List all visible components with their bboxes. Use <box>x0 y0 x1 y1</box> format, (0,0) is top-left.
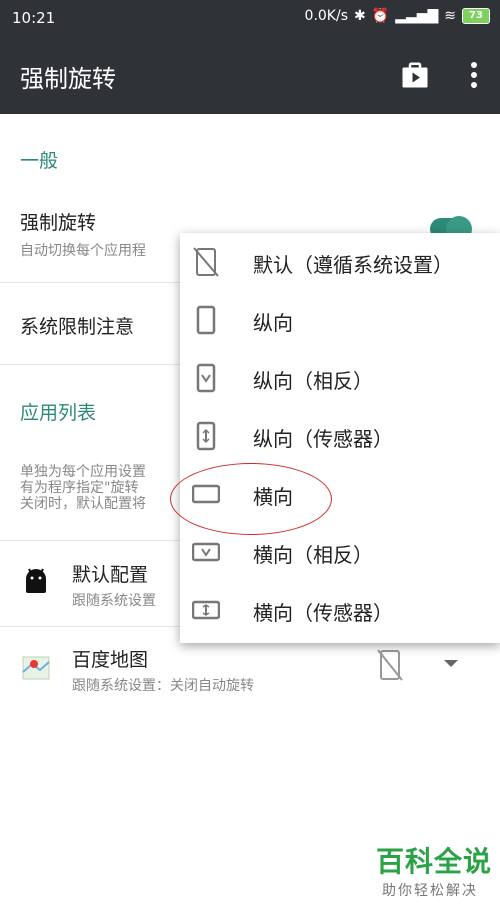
menu-item-portrait-reverse[interactable]: 纵向（相反） <box>180 349 500 407</box>
section-general: 一般 <box>20 150 59 172</box>
status-bar: 10:21 0.0K/s ✱ ⏰ ▂▃▅▇ ≋ 73 <box>0 0 500 36</box>
store-icon[interactable] <box>400 60 430 90</box>
dropdown-arrow-icon[interactable] <box>444 660 458 667</box>
app-list-info: 单独为每个应用设置 有为程序指定"旋转 关闭时，默认配置将 <box>20 464 146 512</box>
app-bar: 强制旋转 <box>0 36 500 114</box>
menu-item-label: 横向（相反） <box>253 543 373 567</box>
highlight-circle <box>170 463 332 535</box>
app-sub-default: 跟随系统设置 <box>72 593 156 609</box>
app-sub-baidu-map: 跟随系统设置：关闭自动旋转 <box>72 678 254 694</box>
android-icon <box>26 568 46 593</box>
menu-item-landscape-sensor[interactable]: 横向（传感器） <box>180 581 500 639</box>
more-vert-icon[interactable] <box>462 60 486 90</box>
rotation-off-icon <box>193 247 219 277</box>
network-speed: 0.0K/s <box>304 8 349 24</box>
portrait-sensor-icon <box>196 421 216 451</box>
portrait-icon <box>196 305 216 335</box>
rotation-off-icon[interactable] <box>376 648 404 682</box>
force-rotate-title[interactable]: 强制旋转 <box>20 208 96 235</box>
menu-item-portrait[interactable]: 纵向 <box>180 291 500 349</box>
landscape-sensor-icon <box>192 600 220 620</box>
app-name-baidu-map[interactable]: 百度地图 <box>72 645 148 672</box>
menu-item-label: 纵向 <box>253 311 293 335</box>
menu-item-label: 纵向（相反） <box>253 369 373 393</box>
system-limit-title[interactable]: 系统限制注意 <box>20 312 134 339</box>
force-rotate-subtitle: 自动切换每个应用程 <box>20 243 146 259</box>
landscape-reverse-icon <box>192 542 220 562</box>
menu-item-label: 默认（遵循系统设置） <box>253 253 453 277</box>
menu-item-portrait-sensor[interactable]: 纵向（传感器） <box>180 407 500 465</box>
watermark-subtitle: 助你轻松解决 <box>382 883 478 899</box>
alarm-off-icon: ⏰ <box>371 8 390 24</box>
status-time: 10:21 <box>12 9 56 27</box>
signal-icon: ▂▃▅▇ <box>395 8 439 24</box>
wifi-icon: ≋ <box>444 8 456 24</box>
status-icons: 0.0K/s ✱ ⏰ ▂▃▅▇ ≋ 73 <box>305 8 490 24</box>
menu-item-label: 纵向（传感器） <box>253 427 393 451</box>
watermark-title: 百科全说 <box>376 845 493 878</box>
section-app-list: 应用列表 <box>20 402 97 424</box>
app-name-default[interactable]: 默认配置 <box>72 560 148 587</box>
app-title: 强制旋转 <box>20 65 116 93</box>
menu-item-label: 横向（传感器） <box>253 601 393 625</box>
orientation-menu: 默认（遵循系统设置） 纵向 纵向（相反） 纵向（传感器） 横向 横向（相反） 横… <box>180 233 500 643</box>
battery-icon: 73 <box>462 8 490 24</box>
menu-item-default[interactable]: 默认（遵循系统设置） <box>180 233 500 291</box>
bluetooth-icon: ✱ <box>354 8 366 24</box>
watermark: 百科全说 助你轻松解决 <box>376 840 492 900</box>
portrait-reverse-icon <box>196 363 216 393</box>
baidu-map-icon <box>22 656 50 680</box>
